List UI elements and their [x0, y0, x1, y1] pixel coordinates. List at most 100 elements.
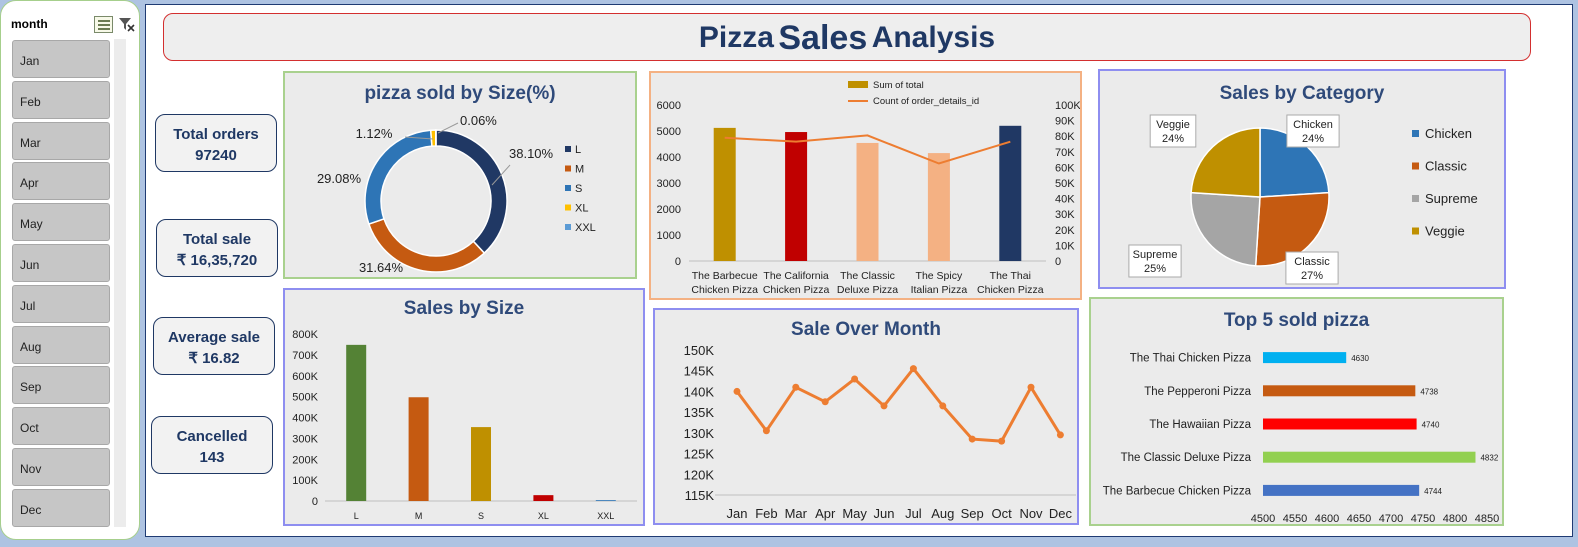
y-tick-label: 5000 [657, 126, 681, 138]
x-tick-label: Oct [991, 506, 1012, 521]
bar-sum-of-total [999, 125, 1022, 261]
legend-swatch [848, 81, 868, 88]
slicer-item-oct[interactable]: Oct [12, 407, 110, 446]
bar-sum-of-total [713, 127, 736, 261]
x-tick-label: S [478, 511, 484, 521]
bar-top5 [1263, 385, 1416, 397]
sales-point [821, 398, 829, 406]
slicer-item-mar[interactable]: Mar [12, 121, 110, 160]
combo-chart-panel: 0 1000 2000 3000 4000 5000 6000 0 10K 20K 30K 40K 50… [649, 71, 1082, 300]
slicer-item-aug[interactable]: Aug [12, 325, 110, 364]
x-tick-label: 4500 [1251, 513, 1275, 524]
slicer-scrollbar[interactable] [114, 39, 126, 527]
x-tick-label: Jan [727, 506, 748, 521]
y-tick-label: 145K [684, 364, 715, 379]
legend-swatch [565, 165, 571, 172]
x-tick-label: 4550 [1283, 513, 1307, 524]
slicer-item-jan[interactable]: Jan [12, 40, 110, 78]
x-tick-label: May [842, 506, 867, 521]
bar-size-m [408, 397, 429, 501]
kpi-cancelled: Cancelled 143 [151, 416, 273, 474]
x-tick-label: Jul [905, 506, 922, 521]
sales-point [909, 365, 917, 373]
y-tick-label: 100K [292, 475, 318, 487]
donut-data-label: 0.06% [460, 113, 497, 128]
slicer-item-apr[interactable]: Apr [12, 162, 110, 201]
slicer-item-jun[interactable]: Jun [12, 244, 110, 282]
y2-tick-label: 100K [1055, 100, 1080, 112]
pie-slice-veggie [1190, 127, 1261, 198]
donut-data-label: 31.64% [359, 260, 404, 275]
title-word-analysis: Analysis [871, 21, 996, 54]
y2-tick-label: 90K [1055, 116, 1075, 128]
y-tick-label: The Hawaiian Pizza [1149, 419, 1251, 431]
slicer-item-sep[interactable]: Sep [12, 366, 110, 405]
slicer-item-nov[interactable]: Nov [12, 448, 110, 486]
kpi-total-orders: Total orders 97240 [155, 114, 277, 172]
y-tick-label: 130K [684, 426, 715, 441]
x-tick-label: XXL [597, 511, 614, 521]
bar-data-label: 4738 [1420, 387, 1438, 396]
bar-sum-of-total [927, 153, 950, 261]
x-tick-label: Sep [961, 506, 984, 521]
sale-over-month-chart: 115K 120K 125K 130K 135K 140K 145K 150K Jan Feb Ma… [684, 343, 1076, 521]
y-tick-label: 125K [684, 447, 715, 462]
donut-slice-s [364, 129, 433, 225]
dashboard-panel: Pizza Sales Analysis Total orders 97240 … [145, 4, 1573, 537]
x-tick-label: Jun [874, 506, 895, 521]
bar-top5 [1263, 352, 1347, 364]
multi-select-icon[interactable] [94, 16, 113, 33]
sales-point [968, 435, 976, 443]
kpi-label: Total sale [182, 231, 252, 248]
x-tick-label: 4650 [1347, 513, 1371, 524]
y-tick-label: 115K [685, 488, 715, 503]
legend-label: Supreme [1425, 191, 1478, 206]
category-pie-chart: Chicken 24% Classic 27% Supreme 25% Veggie 24% C… [1128, 114, 1478, 285]
data-label-percent: 24% [1302, 133, 1324, 145]
top5-panel: Top 5 sold pizza The Thai Chicken Pizza 4… [1089, 297, 1504, 526]
slicer-item-may[interactable]: May [12, 203, 110, 242]
bar-data-label: 4832 [1480, 454, 1498, 463]
slicer-item-jul[interactable]: Jul [12, 284, 110, 323]
x-tick-label: The Barbecue Chicken Pizza [691, 270, 758, 296]
y-tick-label: 1000 [657, 230, 681, 242]
bar-sum-of-total [856, 142, 879, 261]
bar-top5 [1263, 451, 1476, 463]
y2-tick-label: 80K [1055, 131, 1075, 143]
y2-tick-label: 50K [1055, 178, 1075, 190]
bar-data-label: 4740 [1422, 421, 1440, 430]
y-tick-label: The Barbecue Chicken Pizza [1103, 485, 1252, 497]
y-tick-label: 150K [684, 343, 715, 358]
kpi-label: Average sale [167, 329, 260, 346]
y-tick-label: 140K [684, 384, 715, 399]
sales-point [1056, 431, 1064, 439]
sale-over-month-panel: Sale Over Month 115K 120K 125K 130K 135K 140K… [653, 308, 1079, 525]
slicer-item-feb[interactable]: Feb [12, 80, 110, 119]
y-tick-label: 500K [292, 392, 318, 404]
bar-size-l [346, 344, 367, 501]
legend-label: S [575, 183, 582, 195]
clear-filter-icon[interactable] [117, 15, 135, 33]
bar-size-s [471, 427, 491, 501]
legend-swatch [565, 224, 571, 230]
x-tick-label: Mar [785, 506, 808, 521]
legend-swatch [1412, 162, 1419, 170]
legend-swatch [565, 185, 571, 191]
slicer-title: month [11, 17, 48, 31]
y-tick-label: 200K [292, 454, 318, 466]
data-label-percent: 25% [1144, 263, 1166, 275]
kpi-value: 97240 [195, 147, 237, 164]
sales-by-size-chart: 0 100K 200K 300K 400K 500K 600K 700K 800K L M S XL XX… [292, 329, 637, 521]
x-tick-label: Dec [1049, 506, 1073, 521]
bar-size-xl [533, 495, 554, 501]
slicer-item-dec[interactable]: Dec [12, 488, 110, 527]
y-tick-label: 800K [292, 329, 318, 341]
legend-label: XXL [575, 222, 596, 234]
sales-point [1027, 383, 1035, 391]
y-tick-label: The Classic Deluxe Pizza [1121, 452, 1252, 464]
legend-label: Classic [1425, 159, 1467, 174]
x-tick-label: Feb [755, 506, 777, 521]
data-label-category: Chicken [1293, 119, 1333, 131]
bar-sum-of-total [785, 132, 808, 261]
y2-tick-label: 10K [1055, 240, 1075, 252]
